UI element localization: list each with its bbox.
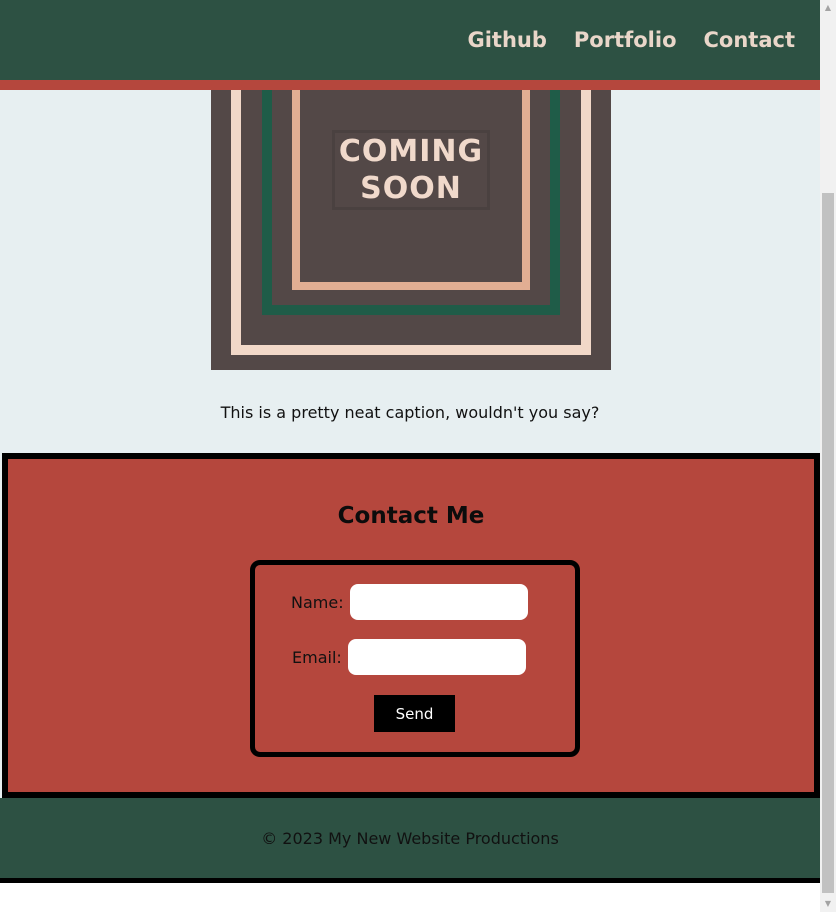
contact-title: Contact Me — [337, 503, 485, 529]
name-label: Name: — [291, 592, 344, 612]
triangle-down-icon[interactable]: ▼ — [820, 896, 836, 912]
send-button[interactable]: Send — [374, 695, 455, 732]
nav-link-contact[interactable]: Contact — [704, 28, 796, 52]
email-row: Email: — [292, 639, 526, 675]
name-row: Name: — [291, 584, 528, 620]
email-label: Email: — [292, 647, 342, 667]
coming-soon-box: COMING SOON — [332, 130, 490, 210]
nav-link-portfolio[interactable]: Portfolio — [574, 28, 677, 52]
name-field[interactable] — [349, 584, 528, 620]
coming-soon-text: COMING SOON — [338, 134, 484, 206]
contact-section: Contact Me Name: Email: Send — [2, 453, 820, 798]
site-header: Github Portfolio Contact — [0, 0, 820, 90]
page-bottom-space — [0, 883, 820, 912]
email-field[interactable] — [347, 639, 526, 675]
contact-form: Name: Email: Send — [250, 560, 580, 757]
nav-link-github[interactable]: Github — [467, 28, 546, 52]
triangle-up-icon[interactable]: ▲ — [820, 0, 836, 16]
image-caption: This is a pretty neat caption, wouldn't … — [220, 403, 600, 422]
page: COMING SOON This is a pretty neat captio… — [0, 0, 820, 912]
footer-copyright: © 2023 My New Website Productions — [261, 829, 559, 848]
main-nav: Github Portfolio Contact — [467, 0, 795, 80]
scrollbar-thumb[interactable] — [822, 193, 834, 893]
vertical-scrollbar[interactable]: ▲ ▼ — [820, 0, 836, 912]
site-footer: © 2023 My New Website Productions — [0, 798, 820, 883]
